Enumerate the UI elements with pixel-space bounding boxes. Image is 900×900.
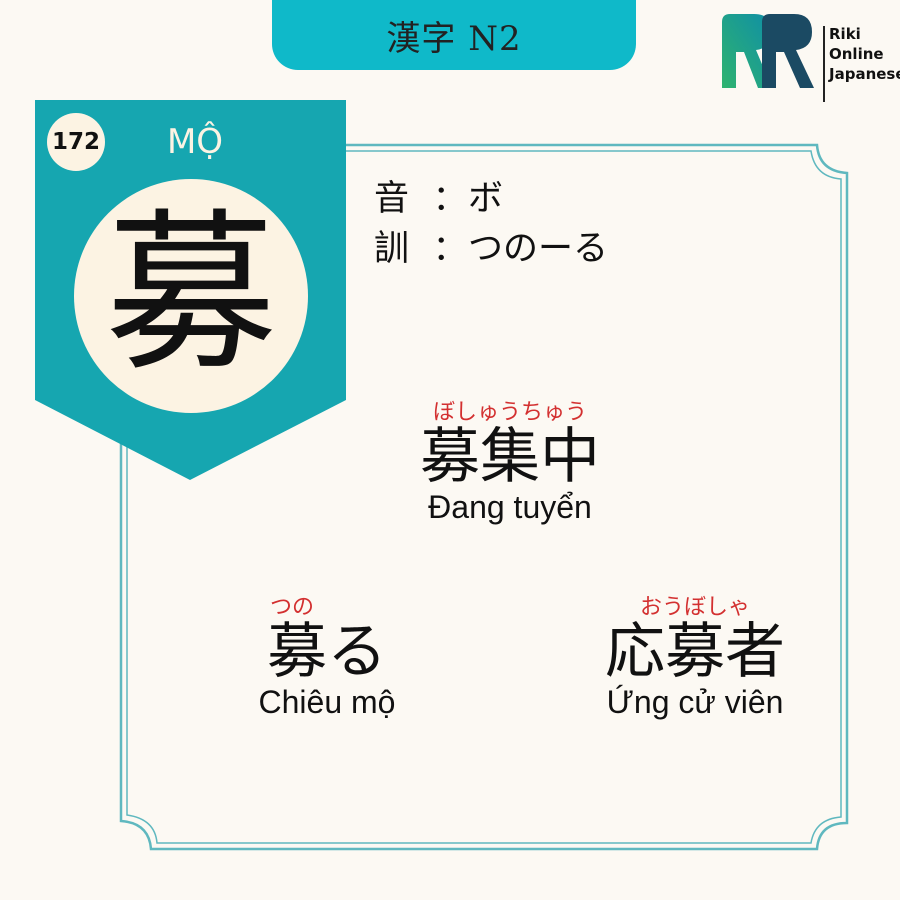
- kanji-number-badge: 172: [47, 113, 105, 171]
- header-tab: 漢字 N2: [272, 0, 636, 70]
- on-reading: 音 ： ボ: [374, 170, 503, 221]
- vocab-word: 募集中: [420, 422, 600, 492]
- vocab-meaning: Đang tuyển: [428, 489, 592, 525]
- logo-line-2: Online: [829, 45, 884, 63]
- kanji-circle: 募: [74, 179, 308, 413]
- vietnamese-reading: MỘ: [166, 122, 224, 162]
- on-reading-value: ボ: [468, 179, 504, 219]
- kun-reading: 訓 ： つのーる: [374, 220, 608, 271]
- logo-line-1: Riki: [829, 25, 861, 43]
- kanji-number: 172: [51, 129, 100, 155]
- on-reading-separator: ：: [432, 179, 468, 219]
- logo-text: Riki Online Japanese: [829, 24, 900, 84]
- vocab-word: 応募者: [605, 617, 785, 687]
- vocab-item: おうぼしゃ 応募者 Ứng cử viên: [570, 589, 820, 721]
- logo-mark-icon: [722, 14, 814, 88]
- on-reading-label: 音: [374, 179, 410, 219]
- logo-divider: [823, 26, 825, 102]
- logo-line-3: Japanese: [829, 65, 900, 83]
- vocab-meaning: Ứng cử viên: [606, 684, 784, 720]
- kun-reading-separator: ：: [432, 229, 468, 269]
- kun-reading-label: 訓: [374, 229, 410, 269]
- header-title: 漢字 N2: [386, 18, 522, 59]
- vocab-word: 募る: [267, 617, 387, 687]
- brand-logo: Riki Online Japanese: [720, 12, 900, 102]
- vocab-item: つの 募る Chiêu mộ: [222, 589, 432, 721]
- kun-reading-value: つのーる: [468, 229, 609, 269]
- vocab-item: ぼしゅうちゅう 募集中 Đang tuyển: [380, 394, 640, 526]
- vocab-meaning: Chiêu mộ: [258, 684, 396, 720]
- main-kanji: 募: [105, 193, 277, 394]
